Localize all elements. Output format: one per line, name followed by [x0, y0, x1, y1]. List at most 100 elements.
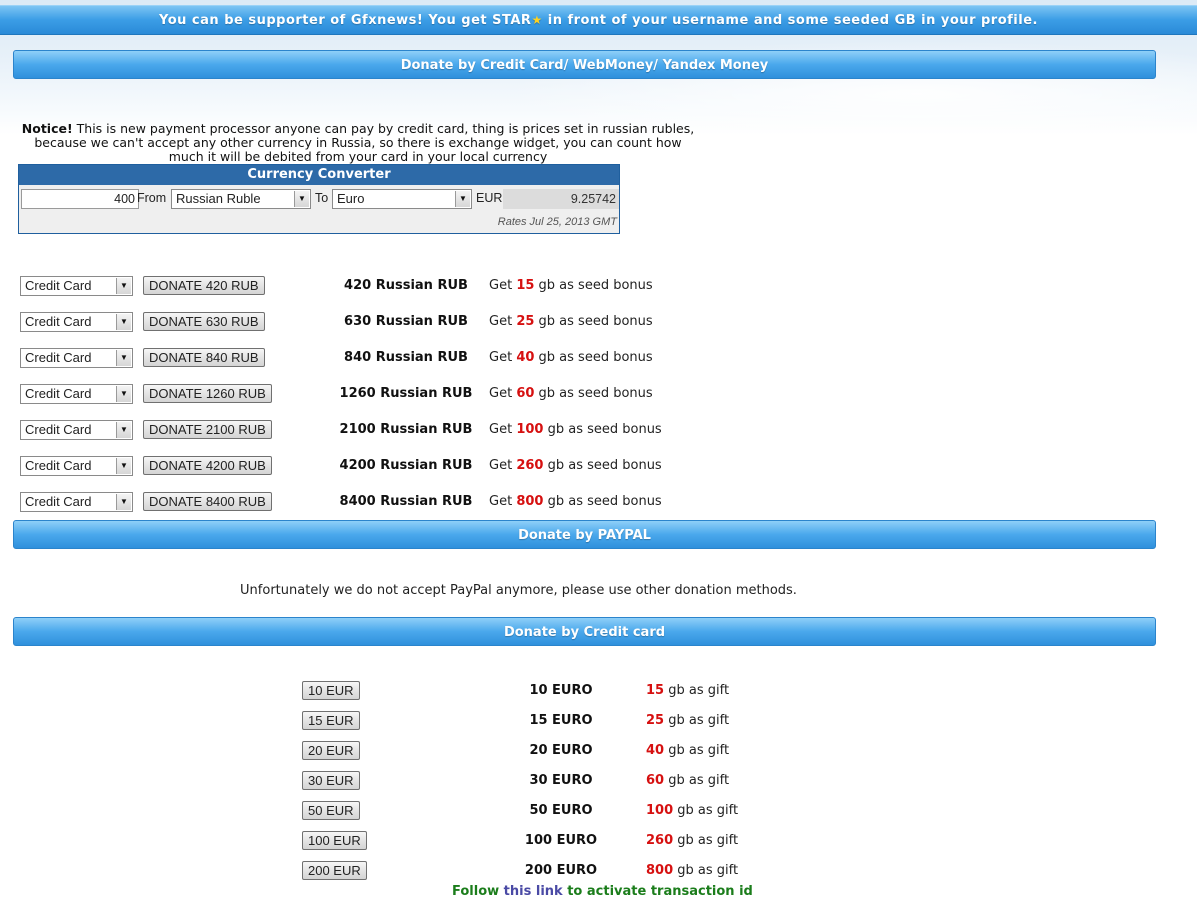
- bonus-gb: 260: [516, 458, 544, 473]
- gift-gb: 260: [646, 833, 674, 848]
- donate-rub-button[interactable]: DONATE 630 RUB: [143, 312, 265, 331]
- bonus-suffix: gb as seed bonus: [534, 386, 653, 401]
- section-header-paypal: Donate by PAYPAL: [13, 520, 1156, 549]
- bonus-gb: 800: [516, 494, 544, 509]
- gift-suffix: gb as gift: [664, 683, 730, 698]
- chevron-down-icon[interactable]: ▼: [116, 350, 131, 366]
- section-header-card-webmoney: Donate by Credit Card/ WebMoney/ Yandex …: [13, 50, 1156, 79]
- donate-rub-button[interactable]: DONATE 840 RUB: [143, 348, 265, 367]
- donate-eur-button[interactable]: 15 EUR: [302, 711, 360, 730]
- payment-method-select[interactable]: Credit Card ▼: [20, 492, 133, 512]
- bonus-prefix: Get: [489, 350, 517, 365]
- seed-bonus: Get 60 gb as seed bonus: [489, 386, 653, 401]
- donate-eur-button[interactable]: 30 EUR: [302, 771, 360, 790]
- seed-bonus: Get 40 gb as seed bonus: [489, 350, 653, 365]
- donate-rub-button[interactable]: DONATE 1260 RUB: [143, 384, 272, 403]
- seed-bonus: Get 800 gb as seed bonus: [489, 494, 662, 509]
- result-currency: EUR: [476, 191, 503, 205]
- bonus-gb: 60: [516, 386, 535, 401]
- seed-bonus: Get 15 gb as seed bonus: [489, 278, 653, 293]
- payment-method-select[interactable]: Credit Card ▼: [20, 420, 133, 440]
- chevron-down-icon[interactable]: ▼: [116, 458, 131, 474]
- bonus-suffix: gb as seed bonus: [534, 278, 653, 293]
- follow-text-start: Follow: [452, 884, 504, 899]
- chevron-down-icon[interactable]: ▼: [116, 386, 131, 402]
- rates-date: Rates Jul 25, 2013 GMT: [497, 216, 617, 228]
- donate-eur-button[interactable]: 200 EUR: [302, 861, 367, 880]
- payment-method-select[interactable]: Credit Card ▼: [20, 348, 133, 368]
- notice-label: Notice!: [21, 121, 73, 136]
- rub-amount: 4200 Russian RUB: [339, 458, 473, 473]
- gift-suffix: gb as gift: [664, 773, 730, 788]
- supporter-banner: You can be supporter of Gfxnews! You get…: [0, 5, 1197, 35]
- donate-rub-button[interactable]: DONATE 4200 RUB: [143, 456, 272, 475]
- to-currency-select[interactable]: Euro ▼: [332, 189, 472, 209]
- bonus-prefix: Get: [489, 314, 517, 329]
- rub-amount: 420 Russian RUB: [344, 278, 468, 293]
- gift-bonus: 260 gb as gift: [646, 833, 738, 848]
- paypal-message: Unfortunately we do not accept PayPal an…: [240, 583, 797, 598]
- gift-gb: 100: [646, 803, 674, 818]
- seed-bonus: Get 260 gb as seed bonus: [489, 458, 662, 473]
- conversion-result: 9.25742: [503, 189, 619, 209]
- chevron-down-icon[interactable]: ▼: [455, 191, 470, 207]
- eur-amount: 20 EURO: [529, 743, 593, 758]
- gift-bonus: 40 gb as gift: [646, 743, 729, 758]
- gift-suffix: gb as gift: [673, 833, 739, 848]
- eur-amount: 200 EURO: [524, 863, 598, 878]
- rub-amount: 840 Russian RUB: [344, 350, 468, 365]
- eur-amount: 30 EURO: [529, 773, 593, 788]
- gift-suffix: gb as gift: [664, 743, 730, 758]
- donate-eur-button[interactable]: 100 EUR: [302, 831, 367, 850]
- from-currency-select[interactable]: Russian Ruble ▼: [171, 189, 311, 209]
- gift-bonus: 15 gb as gift: [646, 683, 729, 698]
- bonus-prefix: Get: [489, 494, 517, 509]
- rub-amount: 1260 Russian RUB: [339, 386, 473, 401]
- gift-gb: 60: [646, 773, 665, 788]
- chevron-down-icon[interactable]: ▼: [116, 494, 131, 510]
- gift-gb: 15: [646, 683, 665, 698]
- donate-eur-button[interactable]: 50 EUR: [302, 801, 360, 820]
- converter-row: 400 From Russian Ruble ▼ To Euro ▼ EUR 9…: [19, 185, 619, 209]
- rub-amount: 630 Russian RUB: [344, 314, 468, 329]
- bonus-gb: 15: [516, 278, 535, 293]
- payment-method-select[interactable]: Credit Card ▼: [20, 312, 133, 332]
- bonus-suffix: gb as seed bonus: [534, 350, 653, 365]
- donate-eur-button[interactable]: 20 EUR: [302, 741, 360, 760]
- eur-amount: 100 EURO: [524, 833, 598, 848]
- converter-title: Currency Converter: [19, 165, 619, 185]
- from-currency-value: Russian Ruble: [176, 191, 261, 206]
- from-label: From: [137, 191, 167, 205]
- donate-rub-button[interactable]: DONATE 8400 RUB: [143, 492, 272, 511]
- donate-rub-button[interactable]: DONATE 2100 RUB: [143, 420, 272, 439]
- payment-method-value: Credit Card: [25, 458, 92, 473]
- bonus-suffix: gb as seed bonus: [543, 494, 662, 509]
- bonus-gb: 40: [516, 350, 535, 365]
- bonus-prefix: Get: [489, 278, 517, 293]
- payment-method-value: Credit Card: [25, 314, 92, 329]
- donate-eur-button[interactable]: 10 EUR: [302, 681, 360, 700]
- activation-link[interactable]: this link: [504, 884, 563, 899]
- gift-bonus: 60 gb as gift: [646, 773, 729, 788]
- eur-amount: 10 EURO: [529, 683, 593, 698]
- eur-amount: 50 EURO: [529, 803, 593, 818]
- donate-rub-button[interactable]: DONATE 420 RUB: [143, 276, 265, 295]
- payment-method-value: Credit Card: [25, 494, 92, 509]
- bonus-suffix: gb as seed bonus: [543, 422, 662, 437]
- star-icon: ★: [531, 13, 543, 27]
- amount-input[interactable]: 400: [21, 189, 139, 209]
- chevron-down-icon[interactable]: ▼: [116, 422, 131, 438]
- chevron-down-icon[interactable]: ▼: [116, 314, 131, 330]
- seed-bonus: Get 100 gb as seed bonus: [489, 422, 662, 437]
- payment-method-select[interactable]: Credit Card ▼: [20, 456, 133, 476]
- payment-method-select[interactable]: Credit Card ▼: [20, 276, 133, 296]
- gift-bonus: 25 gb as gift: [646, 713, 729, 728]
- chevron-down-icon[interactable]: ▼: [116, 278, 131, 294]
- bonus-gb: 100: [516, 422, 544, 437]
- chevron-down-icon[interactable]: ▼: [294, 191, 309, 207]
- follow-instruction: Follow this link to activate transaction…: [452, 884, 753, 899]
- gift-gb: 25: [646, 713, 665, 728]
- payment-method-select[interactable]: Credit Card ▼: [20, 384, 133, 404]
- payment-method-value: Credit Card: [25, 386, 92, 401]
- notice-text: Notice! This is new payment processor an…: [18, 122, 698, 164]
